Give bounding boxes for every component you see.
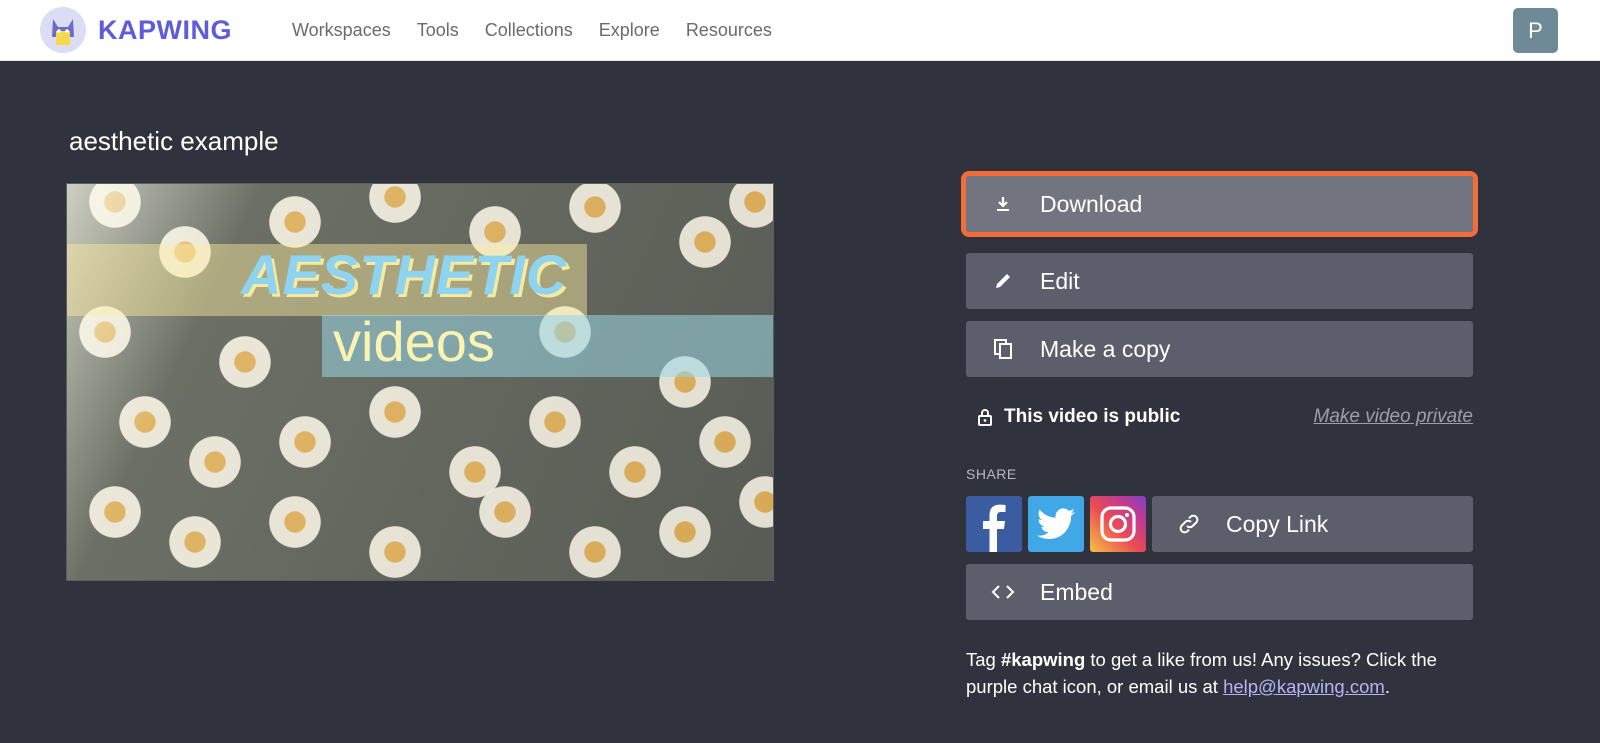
instagram-icon [1100,506,1136,542]
download-label: Download [1040,190,1143,217]
video-preview[interactable]: AESTHETIC videos [66,183,774,581]
visibility-status: This video is public [1004,406,1181,427]
twitter-share-button[interactable] [1028,496,1084,552]
nav-collections[interactable]: Collections [485,20,573,41]
link-icon [1152,512,1226,536]
twitter-icon [1037,508,1075,540]
facebook-icon [983,504,1006,552]
copy-link-button[interactable]: Copy Link [1152,496,1473,552]
help-text-pre: Tag [966,649,1001,670]
support-email-link[interactable]: help@kapwing.com [1223,676,1385,697]
make-copy-button[interactable]: Make a copy [966,321,1473,377]
download-button[interactable]: Download [961,171,1478,237]
nav-explore[interactable]: Explore [599,20,660,41]
copy-link-label: Copy Link [1226,510,1329,537]
main-nav: Workspaces Tools Collections Explore Res… [292,0,798,60]
embed-button[interactable]: Embed [966,564,1473,620]
make-private-link[interactable]: Make video private [1314,406,1473,428]
help-text: Tag #kapwing to get a like from us! Any … [966,646,1486,700]
hashtag: #kapwing [1000,649,1086,670]
lock-icon [966,408,1004,426]
edit-label: Edit [1040,267,1080,294]
kapwing-logo[interactable]: KAPWING [40,7,232,53]
user-avatar[interactable]: P [1513,8,1558,53]
embed-label: Embed [1040,578,1113,605]
facebook-share-button[interactable] [966,496,1022,552]
kapwing-logo-icon [40,7,86,53]
brand-name: KAPWING [98,14,232,45]
nav-resources[interactable]: Resources [686,20,772,41]
nav-tools[interactable]: Tools [417,20,459,41]
preview-subheadline: videos [333,310,495,373]
project-title: aesthetic example [69,126,279,156]
visibility-row: This video is public Make video private [966,400,1473,434]
edit-button[interactable]: Edit [966,253,1473,309]
download-icon [966,195,1040,213]
make-copy-label: Make a copy [1040,335,1171,362]
share-heading: SHARE [966,466,1017,482]
help-text-post: . [1384,676,1390,697]
pencil-icon [966,271,1040,291]
nav-workspaces[interactable]: Workspaces [292,20,391,41]
instagram-share-button[interactable] [1090,496,1146,552]
top-navbar: KAPWING Workspaces Tools Collections Exp… [0,0,1600,61]
preview-headline: AESTHETIC [241,243,568,306]
copy-icon [966,338,1040,360]
code-icon [966,584,1040,600]
